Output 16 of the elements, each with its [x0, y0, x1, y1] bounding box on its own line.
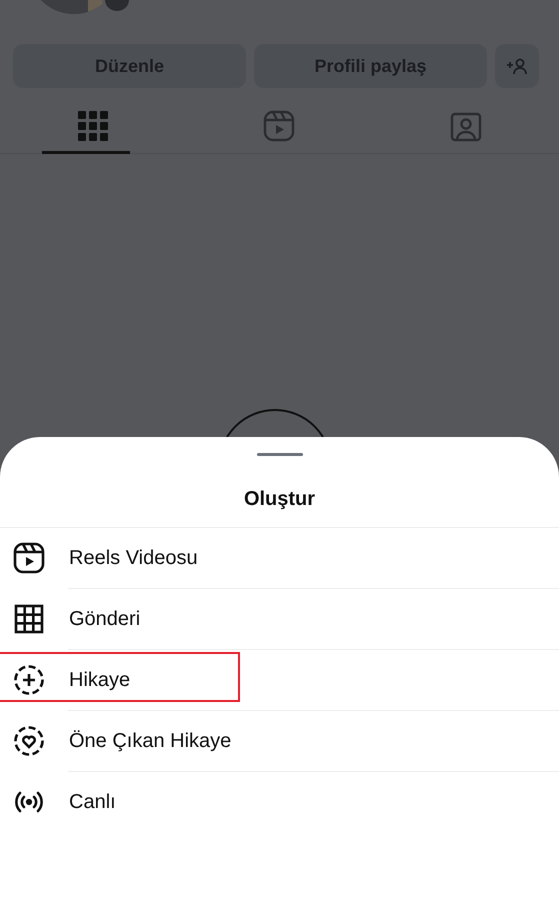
play-icon — [263, 110, 296, 142]
menu-item[interactable]: Gönderi — [0, 589, 559, 649]
add-story-icon — [13, 664, 45, 696]
live-icon — [13, 790, 45, 814]
add-person-icon — [506, 57, 528, 75]
grid-icon — [78, 110, 108, 140]
reels-icon — [13, 542, 45, 574]
sheet-handle[interactable] — [256, 453, 302, 456]
grid-icon — [13, 603, 45, 635]
heart-story-icon — [13, 725, 45, 757]
menu-item[interactable]: Öne Çıkan Hikaye — [0, 711, 559, 771]
add-person-button[interactable] — [495, 44, 539, 88]
menu-item[interactable]: Canlı — [0, 772, 559, 832]
sheet-title: Oluştur — [242, 489, 316, 509]
menu-item[interactable]: Hikaye — [0, 650, 559, 710]
menu-item[interactable]: Reels Videosu — [0, 528, 559, 588]
